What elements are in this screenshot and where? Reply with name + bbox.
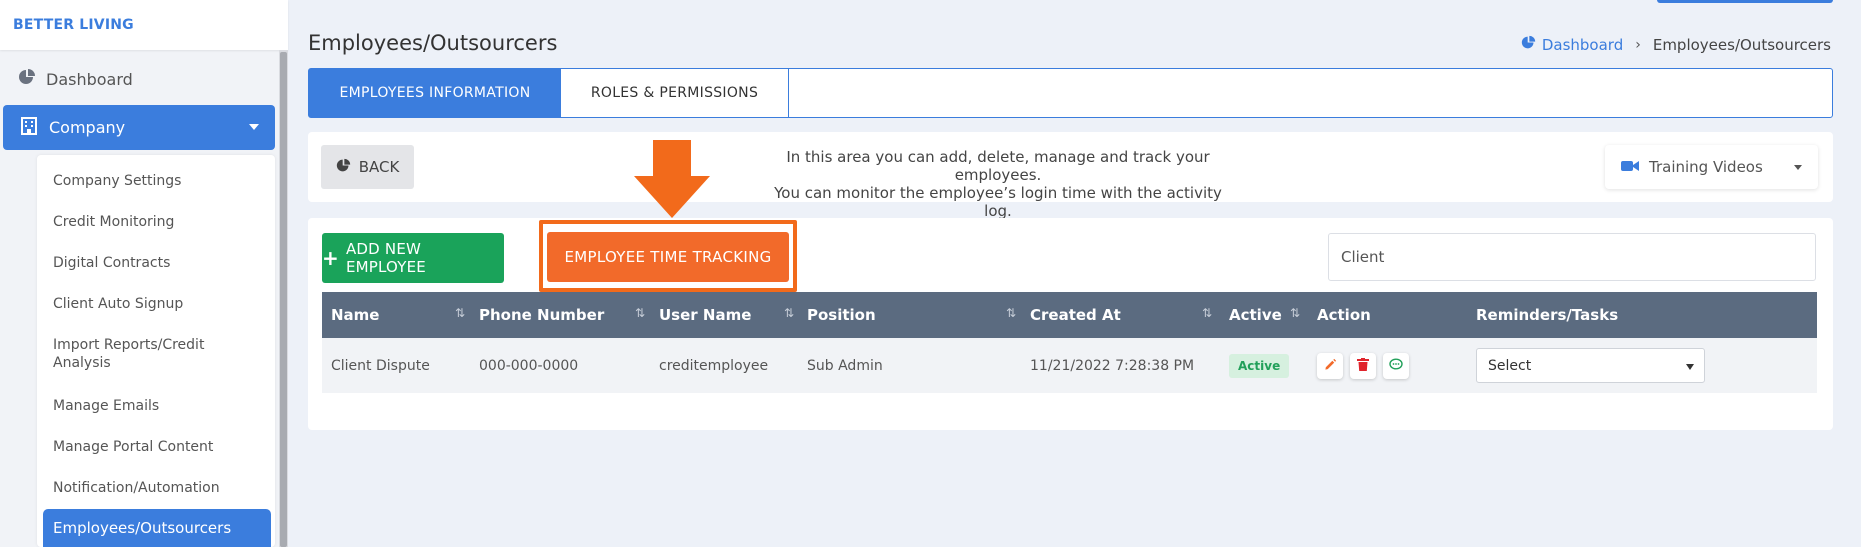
sidebar: BETTER LIVING Dashboard Company Company … bbox=[0, 0, 288, 547]
info-line-1: In this area you can add, delete, manage… bbox=[786, 148, 1210, 184]
submenu-item[interactable]: Import Reports/Credit Analysis bbox=[53, 336, 223, 372]
chat-icon bbox=[1389, 357, 1403, 375]
caret-down-icon bbox=[1794, 165, 1802, 170]
building-icon bbox=[21, 116, 37, 139]
tab-roles-permissions[interactable]: ROLES & PERMISSIONS bbox=[561, 69, 789, 117]
cell-active: Active bbox=[1229, 338, 1290, 393]
column-header-phone[interactable]: Phone Number bbox=[479, 292, 604, 338]
arrow-down-icon bbox=[634, 140, 710, 222]
add-new-employee-button[interactable]: + ADD NEW EMPLOYEE bbox=[322, 233, 504, 283]
sort-icon[interactable]: ⇅ bbox=[455, 306, 465, 320]
sort-icon[interactable]: ⇅ bbox=[1290, 306, 1300, 320]
column-header-action: Action bbox=[1317, 306, 1371, 324]
edit-button[interactable] bbox=[1317, 353, 1343, 379]
cell-phone: 000-000-0000 bbox=[479, 357, 579, 374]
tab-bar: EMPLOYEES INFORMATION ROLES & PERMISSION… bbox=[308, 68, 1833, 118]
column-header-position[interactable]: Position bbox=[807, 292, 876, 338]
client-search-input[interactable] bbox=[1328, 233, 1816, 281]
message-button[interactable] bbox=[1383, 353, 1409, 379]
reminders-select[interactable]: Select bbox=[1476, 348, 1705, 383]
select-value: Select bbox=[1488, 357, 1532, 374]
sort-icon[interactable]: ⇅ bbox=[1202, 306, 1212, 320]
pie-chart-icon bbox=[18, 68, 36, 90]
info-description: In this area you can add, delete, manage… bbox=[758, 148, 1238, 220]
submenu-item[interactable]: Manage Portal Content bbox=[53, 438, 253, 456]
chevron-down-icon bbox=[249, 124, 259, 130]
add-button-label: ADD NEW EMPLOYEE bbox=[345, 240, 426, 276]
sidebar-item-company[interactable]: Company bbox=[3, 105, 275, 150]
pie-chart-icon bbox=[336, 158, 351, 177]
pie-chart-icon bbox=[1521, 35, 1536, 54]
tab-employees-information[interactable]: EMPLOYEES INFORMATION bbox=[309, 69, 561, 117]
sort-icon[interactable]: ⇅ bbox=[784, 306, 794, 320]
employee-time-tracking-button[interactable]: EMPLOYEE TIME TRACKING bbox=[547, 232, 789, 282]
caret-down-icon bbox=[1686, 364, 1694, 370]
sidebar-item-label: Company bbox=[49, 118, 126, 137]
cell-created-at: 11/21/2022 7:28:38 PM bbox=[1030, 357, 1195, 374]
column-header-created-at[interactable]: Created At bbox=[1030, 292, 1121, 338]
submenu-item[interactable]: Digital Contracts bbox=[53, 254, 253, 272]
page-title: Employees/Outsourcers bbox=[308, 31, 558, 55]
cell-username: creditemployee bbox=[659, 357, 769, 374]
submenu-item[interactable]: Manage Emails bbox=[53, 397, 253, 415]
video-camera-icon bbox=[1621, 158, 1639, 176]
cell-name: Client Dispute bbox=[331, 357, 430, 374]
column-header-reminders: Reminders/Tasks bbox=[1476, 306, 1619, 324]
sidebar-scrollbar-thumb[interactable] bbox=[280, 52, 287, 547]
breadcrumb-home-link[interactable]: Dashboard bbox=[1542, 36, 1623, 54]
chevron-right-icon: › bbox=[1635, 36, 1641, 53]
breadcrumb-current: Employees/Outsourcers bbox=[1652, 35, 1831, 54]
submenu-item-employees-active[interactable]: Employees/Outsourcers bbox=[43, 509, 271, 547]
delete-button[interactable] bbox=[1350, 353, 1376, 379]
training-videos-dropdown[interactable]: Training Videos bbox=[1605, 145, 1818, 189]
info-card: BACK In this area you can add, delete, m… bbox=[308, 132, 1833, 220]
breadcrumb: Dashboard › Employees/Outsourcers bbox=[1521, 35, 1831, 54]
sidebar-item-label: Dashboard bbox=[46, 69, 133, 89]
submenu-item[interactable]: Client Auto Signup bbox=[53, 295, 253, 313]
sidebar-item-dashboard[interactable]: Dashboard bbox=[0, 60, 275, 98]
submenu-item[interactable]: Credit Monitoring bbox=[53, 213, 253, 231]
back-button-label: BACK bbox=[358, 158, 400, 176]
column-header-name[interactable]: Name bbox=[331, 292, 379, 338]
submenu-item[interactable]: Company Settings bbox=[53, 172, 253, 190]
table-header: Name ⇅ Phone Number ⇅ User Name ⇅ Positi… bbox=[322, 292, 1817, 338]
status-badge: Active bbox=[1229, 353, 1290, 378]
submenu-item[interactable]: Notification/Automation bbox=[53, 479, 253, 497]
brand-logo[interactable]: BETTER LIVING bbox=[0, 0, 288, 50]
pencil-icon bbox=[1324, 358, 1337, 375]
trash-icon bbox=[1357, 357, 1369, 375]
sort-icon[interactable]: ⇅ bbox=[635, 306, 645, 320]
column-header-active[interactable]: Active bbox=[1229, 292, 1282, 338]
top-right-button-edge[interactable] bbox=[1657, 0, 1833, 3]
column-header-username[interactable]: User Name bbox=[659, 292, 751, 338]
sort-icon[interactable]: ⇅ bbox=[1006, 306, 1016, 320]
back-button[interactable]: BACK bbox=[321, 145, 414, 189]
info-line-2: You can monitor the employee’s login tim… bbox=[774, 184, 1222, 220]
training-videos-label: Training Videos bbox=[1649, 158, 1763, 176]
plus-icon: + bbox=[322, 246, 339, 270]
cell-position: Sub Admin bbox=[807, 357, 883, 374]
